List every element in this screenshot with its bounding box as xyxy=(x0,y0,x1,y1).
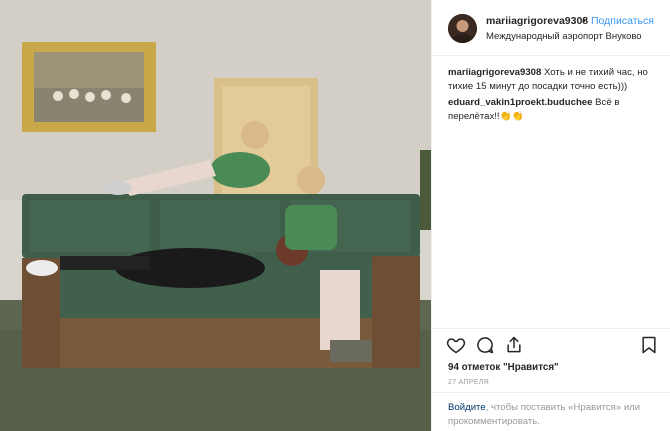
follow-button[interactable]: Подписаться xyxy=(591,15,654,27)
login-prompt: Войдите, чтобы поставить «Нравится» или … xyxy=(432,392,670,431)
comment-username[interactable]: eduard_vakin1proekt.buduchee xyxy=(448,97,592,108)
girl-on-sofa-back xyxy=(210,152,270,188)
share-icon[interactable] xyxy=(504,335,524,355)
girl-sitting xyxy=(285,205,337,250)
likes-count[interactable]: 94 отметок "Нравится" xyxy=(448,362,559,373)
post-image xyxy=(0,0,431,431)
login-link[interactable]: Войдите xyxy=(448,402,486,413)
comment-icon[interactable] xyxy=(475,335,495,355)
location-link[interactable]: Международный аэропорт Внуково xyxy=(486,31,642,42)
post-date: 27 АПРЕЛЯ xyxy=(448,379,490,386)
comment-item: mariiagrigoreva9308 Хоть и не тихий час,… xyxy=(448,66,660,93)
comment-username[interactable]: mariiagrigoreva9308 xyxy=(448,67,541,78)
avatar[interactable] xyxy=(448,14,477,43)
username-link[interactable]: mariiagrigoreva9308 xyxy=(486,15,588,27)
action-bar xyxy=(432,328,670,360)
login-prompt-text: Войдите, чтобы поставить «Нравится» или … xyxy=(448,401,660,428)
comments-list: mariiagrigoreva9308 Хоть и не тихий час,… xyxy=(432,56,670,328)
comment-item: eduard_vakin1proekt.buduchee Всё в перел… xyxy=(448,96,660,123)
separator-dot: • xyxy=(582,15,586,27)
heart-icon[interactable] xyxy=(446,335,466,355)
post-header: mariiagrigoreva9308 • Подписаться Междун… xyxy=(432,0,670,56)
post-photo[interactable] xyxy=(0,0,431,431)
bookmark-icon[interactable] xyxy=(639,335,659,355)
post-sidebar: mariiagrigoreva9308 • Подписаться Междун… xyxy=(431,0,670,431)
